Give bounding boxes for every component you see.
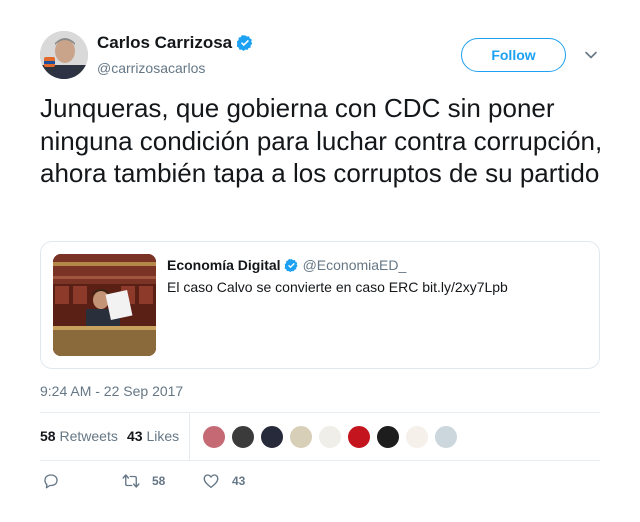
retweet-icon: [122, 474, 140, 488]
quoted-author[interactable]: Economía Digital @EconomiaED_: [167, 257, 406, 273]
likes-stat-count: 43: [127, 428, 143, 444]
liker-avatar[interactable]: [289, 425, 313, 449]
retweet-count: 58: [152, 474, 166, 488]
quoted-author-handle: @EconomiaED_: [302, 257, 407, 273]
tweet-stats: 58 Retweets 43 Likes: [40, 413, 600, 461]
author-avatar[interactable]: [40, 31, 88, 79]
retweets-stat-label: Retweets: [59, 428, 118, 444]
reply-icon: [44, 474, 58, 489]
liker-avatar[interactable]: [405, 425, 429, 449]
heart-icon: [203, 474, 219, 489]
liker-avatar[interactable]: [434, 425, 458, 449]
author-name[interactable]: Carlos Carrizosa: [97, 33, 254, 53]
retweets-stat-count: 58: [40, 428, 56, 444]
retweets-stat[interactable]: 58 Retweets: [40, 428, 118, 444]
tweet-actions: 58 43: [40, 470, 600, 494]
like-count: 43: [232, 474, 246, 488]
tweet-text: Junqueras, que gobierna con CDC sin pone…: [40, 93, 603, 188]
quoted-tweet-text: El caso Calvo se convierte en caso ERC b…: [167, 279, 508, 295]
verified-badge-icon: [284, 258, 298, 272]
author-avatar-image: [40, 31, 88, 79]
quoted-tweet-image: [53, 254, 156, 356]
likers-avatars: [202, 425, 463, 449]
reply-button[interactable]: [42, 472, 60, 490]
verified-badge-icon: [236, 35, 253, 51]
stats-separator: [189, 413, 190, 461]
author-name-text: Carlos Carrizosa: [97, 33, 233, 52]
chevron-down-icon[interactable]: [584, 48, 598, 62]
liker-avatar[interactable]: [347, 425, 371, 449]
quoted-author-name: Economía Digital: [167, 257, 281, 273]
stats-bottom-divider: [40, 460, 600, 461]
tweet-timestamp[interactable]: 9:24 AM - 22 Sep 2017: [40, 383, 183, 399]
like-button[interactable]: 43: [202, 472, 245, 490]
likes-stat-label: Likes: [146, 428, 180, 444]
likes-stat[interactable]: 43 Likes: [127, 428, 179, 444]
retweet-button[interactable]: 58: [122, 472, 165, 490]
liker-avatar[interactable]: [202, 425, 226, 449]
author-handle[interactable]: @carrizosacarlos: [97, 59, 205, 77]
quoted-tweet-card[interactable]: Economía Digital @EconomiaED_ El caso Ca…: [40, 241, 600, 369]
liker-avatar[interactable]: [260, 425, 284, 449]
liker-avatar[interactable]: [376, 425, 400, 449]
follow-button[interactable]: Follow: [461, 38, 566, 72]
liker-avatar[interactable]: [318, 425, 342, 449]
liker-avatar[interactable]: [231, 425, 255, 449]
